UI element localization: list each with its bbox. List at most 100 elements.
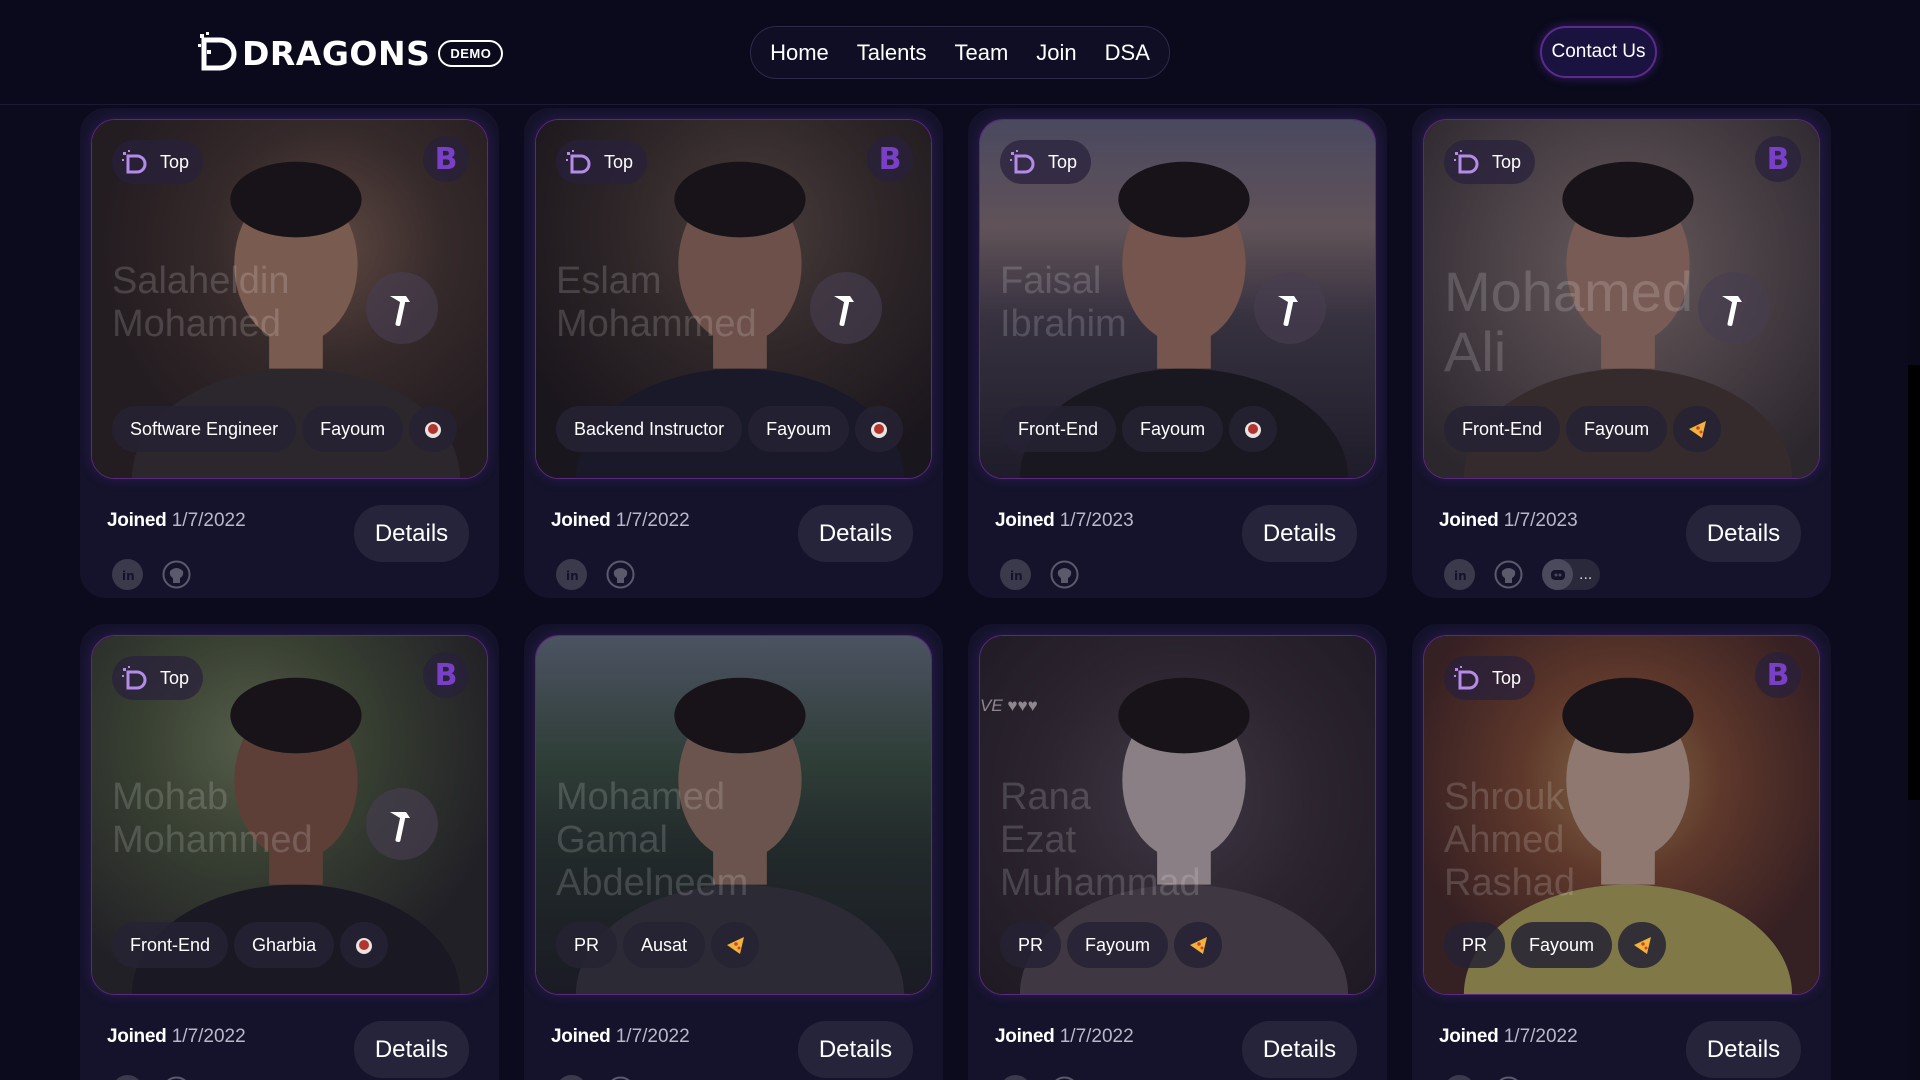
linkedin-icon[interactable]: in: [1000, 1075, 1031, 1080]
b-badge: B: [1755, 652, 1801, 698]
talent-photo[interactable]: Mohab Mohammed Top B Front-End Gharbia: [91, 635, 488, 995]
b-badge: B: [1755, 136, 1801, 182]
role-tag: PR: [1444, 922, 1506, 968]
joined-label: Joined: [995, 510, 1055, 531]
talent-tags: Front-End Gharbia: [112, 922, 389, 968]
location-tag: Fayoum: [1566, 406, 1668, 452]
b-badge: B: [423, 652, 469, 698]
talent-tags: Software Engineer Fayoum: [112, 406, 458, 452]
hammer-icon: [1270, 288, 1310, 328]
svg-text:in: in: [1010, 569, 1023, 583]
joined-label: Joined: [107, 510, 167, 531]
logo-text: DRAGONS: [242, 33, 431, 73]
role-tag: Backend Instructor: [556, 406, 743, 452]
hammer-icon-button[interactable]: [366, 788, 438, 860]
location-tag: Gharbia: [234, 922, 335, 968]
talent-photo[interactable]: Mohamed Ali Top B Front-End Fayoum: [1423, 119, 1820, 479]
nav-join[interactable]: Join: [1036, 40, 1076, 66]
joined-date: Joined 1/7/2023: [995, 510, 1134, 532]
details-button[interactable]: Details: [1242, 505, 1357, 562]
hammer-icon: [382, 804, 422, 844]
top-badge: Top: [112, 140, 204, 184]
hammer-icon-button[interactable]: [366, 272, 438, 344]
more-links[interactable]: ...: [1542, 559, 1601, 590]
talent-card[interactable]: Mohab Mohammed Top B Front-End Gharbia Joined …: [80, 624, 499, 1080]
role-tag: Front-End: [112, 922, 229, 968]
discord-icon: [1542, 559, 1573, 590]
details-button[interactable]: Details: [1686, 1021, 1801, 1078]
details-button[interactable]: Details: [354, 505, 469, 562]
joined-date: Joined 1/7/2022: [107, 510, 246, 532]
talent-photo[interactable]: VE ♥♥♥ Rana Ezat Muhammad PR Fayoum: [979, 635, 1376, 995]
details-button[interactable]: Details: [1686, 505, 1801, 562]
github-icon[interactable]: [1049, 559, 1080, 590]
location-tag: Ausat: [623, 922, 706, 968]
hammer-icon-button[interactable]: [810, 272, 882, 344]
coffee-icon: [855, 406, 904, 452]
talent-card[interactable]: Salaheldin Mohamed Top B Software Engineer Fa…: [80, 108, 499, 598]
talent-name: Mohamed Gamal Abdelneem: [556, 776, 749, 904]
linkedin-icon[interactable]: in: [556, 559, 587, 590]
role-tag: Software Engineer: [112, 406, 297, 452]
talent-card[interactable]: Shrouk Ahmed Rashad Top B PR Fayoum Joined 1/7/…: [1412, 624, 1831, 1080]
nav-talents[interactable]: Talents: [857, 40, 927, 66]
pizza-icon: [711, 922, 760, 968]
details-button[interactable]: Details: [1242, 1021, 1357, 1078]
talent-photo[interactable]: Faisal Ibrahim Top Front-End Fayoum: [979, 119, 1376, 479]
nav-home[interactable]: Home: [770, 40, 829, 66]
details-button[interactable]: Details: [354, 1021, 469, 1078]
b-badge: B: [423, 136, 469, 182]
social-links: in: [556, 559, 636, 590]
joined-value: 1/7/2022: [1503, 1026, 1578, 1047]
linkedin-icon[interactable]: in: [556, 1075, 587, 1080]
talent-card[interactable]: Mohamed Gamal Abdelneem PR Ausat Joined 1/7/2…: [524, 624, 943, 1080]
github-icon[interactable]: [161, 1075, 192, 1080]
social-links: in...: [1444, 559, 1601, 590]
contact-us-button[interactable]: Contact Us: [1540, 26, 1657, 78]
details-button[interactable]: Details: [798, 505, 913, 562]
talent-tags: Front-End Fayoum: [1000, 406, 1278, 452]
github-icon[interactable]: [1493, 559, 1524, 590]
talent-card[interactable]: Faisal Ibrahim Top Front-End Fayoum Joined 1/…: [968, 108, 1387, 598]
scrollbar-thumb[interactable]: [1908, 365, 1920, 800]
github-icon[interactable]: [1493, 1075, 1524, 1080]
talent-photo[interactable]: Shrouk Ahmed Rashad Top B PR Fayoum: [1423, 635, 1820, 995]
dragon-logo-icon: [1454, 150, 1484, 174]
talent-card[interactable]: VE ♥♥♥ Rana Ezat Muhammad PR Fayoum Joined 1/7…: [968, 624, 1387, 1080]
hammer-icon-button[interactable]: [1698, 272, 1770, 344]
logo[interactable]: DRAGONS DEMO: [198, 30, 504, 76]
joined-date: Joined 1/7/2022: [995, 1026, 1134, 1048]
linkedin-icon[interactable]: in: [1444, 1075, 1475, 1080]
joined-date: Joined 1/7/2022: [107, 1026, 246, 1048]
github-icon[interactable]: [605, 559, 636, 590]
github-icon[interactable]: [161, 559, 192, 590]
nav-team[interactable]: Team: [955, 40, 1009, 66]
details-button[interactable]: Details: [798, 1021, 913, 1078]
linkedin-icon[interactable]: in: [112, 1075, 143, 1080]
talent-card[interactable]: Mohamed Ali Top B Front-End Fayoum Joined 1/7/…: [1412, 108, 1831, 598]
top-badge: Top: [1444, 140, 1536, 184]
linkedin-icon[interactable]: in: [112, 559, 143, 590]
talent-tags: PR Fayoum: [1000, 922, 1223, 968]
talent-photo[interactable]: Salaheldin Mohamed Top B Software Engineer Fa…: [91, 119, 488, 479]
joined-date: Joined 1/7/2023: [1439, 510, 1578, 532]
github-icon[interactable]: [1049, 1075, 1080, 1080]
talent-name: Rana Ezat Muhammad: [1000, 776, 1201, 904]
talent-photo[interactable]: Mohamed Gamal Abdelneem PR Ausat: [535, 635, 932, 995]
location-tag: Fayoum: [1067, 922, 1169, 968]
github-icon[interactable]: [605, 1075, 636, 1080]
hammer-icon-button[interactable]: [1254, 272, 1326, 344]
linkedin-icon[interactable]: in: [1000, 559, 1031, 590]
more-label: ...: [1579, 565, 1593, 583]
pizza-icon: [1673, 406, 1722, 452]
top-label: Top: [160, 667, 190, 688]
joined-value: 1/7/2022: [615, 510, 690, 531]
talent-card[interactable]: Eslam Mohammed Top B Backend Instructor Fayou…: [524, 108, 943, 598]
svg-text:in: in: [566, 569, 579, 583]
linkedin-icon[interactable]: in: [1444, 559, 1475, 590]
talent-photo[interactable]: Eslam Mohammed Top B Backend Instructor Fayou…: [535, 119, 932, 479]
talent-grid: Salaheldin Mohamed Top B Software Engineer Fa…: [0, 0, 1900, 1080]
talent-name: Shrouk Ahmed Rashad: [1444, 776, 1575, 904]
nav-dsa[interactable]: DSA: [1105, 40, 1150, 66]
b-badge: B: [867, 136, 913, 182]
